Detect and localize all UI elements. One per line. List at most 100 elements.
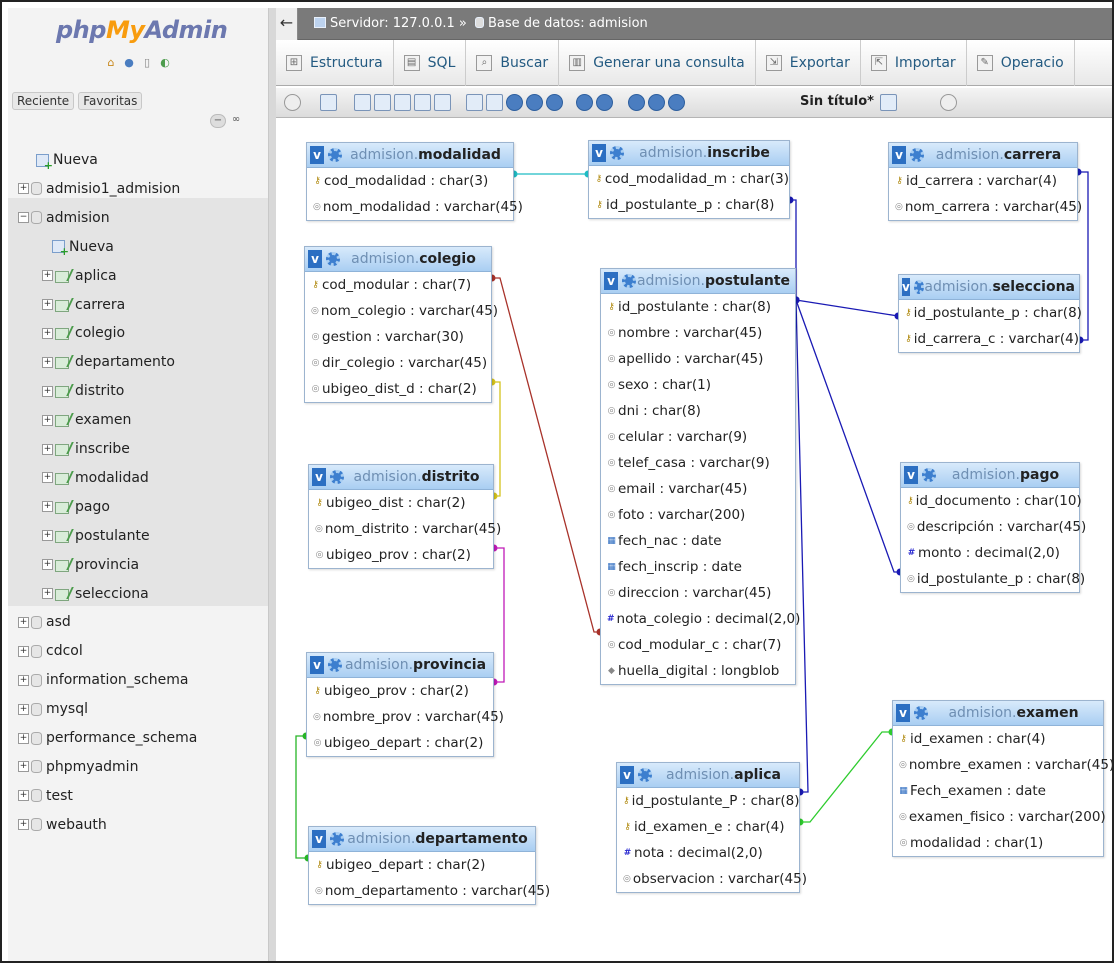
database-item-mysql[interactable]: + mysql <box>18 695 88 723</box>
table-box-selecciona[interactable]: v admision.selecciona ⚷ id_postulante_p : c… <box>898 274 1082 353</box>
gear-icon[interactable] <box>910 148 924 162</box>
table-item-pago[interactable]: + pago <box>42 493 110 521</box>
column-row[interactable]: ◎ gestion : varchar(30) <box>305 324 491 350</box>
table-box-departamento[interactable]: v admision.departamento ⚷ ubigeo_depart : c… <box>308 826 550 905</box>
gear-icon[interactable] <box>914 706 928 720</box>
sidebar-resizer[interactable] <box>268 8 276 961</box>
table-header[interactable]: v admision.departamento <box>309 827 535 852</box>
relation-icon[interactable] <box>486 94 503 111</box>
expand-icon[interactable]: + <box>42 472 53 484</box>
column-row[interactable]: ⚷ cod_modalidad : char(3) <box>307 168 513 194</box>
toggle-columns-icon[interactable]: v <box>308 250 322 268</box>
column-row[interactable]: # nota_colegio : decimal(2,0) <box>601 606 800 632</box>
save-as-icon[interactable] <box>414 94 431 111</box>
column-row[interactable]: ◎ nombre_prov : varchar(45) <box>307 704 504 730</box>
table-box-modalidad[interactable]: v admision.modalidad ⚷ cod_modalidad : char… <box>306 142 523 221</box>
build-query-icon[interactable] <box>668 94 685 111</box>
phpmyadmin-logo[interactable]: phpMyAdmin <box>56 16 228 44</box>
gear-icon[interactable] <box>922 468 936 482</box>
column-row[interactable]: ⚷ cod_modalidad_m : char(3) <box>589 166 789 192</box>
toggle-columns-icon[interactable]: v <box>592 144 606 162</box>
table-item-postulante[interactable]: + postulante <box>42 522 150 550</box>
database-item-webauth[interactable]: + webauth <box>18 811 107 839</box>
table-header[interactable]: v admision.modalidad <box>307 143 513 168</box>
column-row[interactable]: ◎ modalidad : char(1) <box>893 830 1103 856</box>
column-row[interactable]: ⚷ ubigeo_dist : char(2) <box>309 490 493 516</box>
new-table-item[interactable]: Nueva <box>52 233 114 261</box>
column-row[interactable]: ◎ email : varchar(45) <box>601 476 795 502</box>
table-header[interactable]: v admision.examen <box>893 701 1103 726</box>
column-row[interactable]: ◎ celular : varchar(9) <box>601 424 795 450</box>
column-row[interactable]: ◎ foto : varchar(200) <box>601 502 795 528</box>
column-row[interactable]: ◎ telef_casa : varchar(9) <box>601 450 795 476</box>
expand-icon[interactable]: + <box>42 559 53 571</box>
expand-icon[interactable]: + <box>18 616 29 628</box>
column-row[interactable]: ⚷ id_examen_e : char(4) <box>617 814 799 840</box>
gear-icon[interactable] <box>610 146 624 160</box>
gear-icon[interactable] <box>326 252 340 266</box>
column-row[interactable]: # monto : decimal(2,0) <box>901 540 1079 566</box>
expand-icon[interactable]: + <box>42 327 53 339</box>
column-row[interactable]: ◎ nombre_examen : varchar(45) <box>893 752 1112 778</box>
gear-icon[interactable] <box>330 832 344 846</box>
tab-importar[interactable]: ⇱ Importar <box>861 40 967 86</box>
small-big-icon[interactable] <box>576 94 593 111</box>
table-box-provincia[interactable]: v admision.provincia ⚷ ubigeo_prov : char(2… <box>306 652 504 757</box>
fit-screen-icon[interactable] <box>320 94 337 111</box>
database-item-test[interactable]: + test <box>18 782 73 810</box>
column-row[interactable]: ◎ ubigeo_depart : char(2) <box>307 730 493 756</box>
column-row[interactable]: ◎ descripción : varchar(45) <box>901 514 1086 540</box>
gear-icon[interactable] <box>328 658 342 672</box>
table-item-provincia[interactable]: + provincia <box>42 551 139 579</box>
expand-icon[interactable]: + <box>18 674 29 686</box>
database-item-admision[interactable]: − admision <box>18 204 110 232</box>
toggle-columns-icon[interactable]: v <box>310 656 324 674</box>
table-box-colegio[interactable]: v admision.colegio ⚷ cod_modular : char(7) ◎… <box>304 246 498 403</box>
gear-icon[interactable] <box>638 768 652 782</box>
expand-icon[interactable]: + <box>42 356 53 368</box>
column-row[interactable]: ◆ huella_digital : longblob <box>601 658 795 684</box>
column-row[interactable]: ◎ nom_carrera : varchar(45) <box>889 194 1082 220</box>
tab-exportar[interactable]: ⇲ Exportar <box>756 40 861 86</box>
column-row[interactable]: ◎ nombre : varchar(45) <box>601 320 795 346</box>
expand-icon[interactable]: + <box>18 761 29 773</box>
gear-icon[interactable] <box>328 148 342 162</box>
column-row[interactable]: ⚷ cod_modular : char(7) <box>305 272 491 298</box>
database-item-phpmyadmin[interactable]: + phpmyadmin <box>18 753 138 781</box>
expand-icon[interactable]: + <box>42 270 53 282</box>
table-header[interactable]: v admision.aplica <box>617 763 799 788</box>
expand-icon[interactable]: + <box>42 588 53 599</box>
database-item-performance_schema[interactable]: + performance_schema <box>18 724 197 752</box>
column-row[interactable]: ◎ apellido : varchar(45) <box>601 346 795 372</box>
column-row[interactable]: ⚷ id_postulante_P : char(8) <box>617 788 800 814</box>
table-item-colegio[interactable]: + colegio <box>42 319 125 347</box>
table-item-carrera[interactable]: + carrera <box>42 291 125 319</box>
save-icon[interactable] <box>394 94 411 111</box>
column-row[interactable]: ⚷ id_documento : char(10) <box>901 488 1082 514</box>
column-row[interactable]: ◎ dir_colegio : varchar(45) <box>305 350 491 376</box>
column-row[interactable]: ⚷ ubigeo_prov : char(2) <box>307 678 493 704</box>
column-row[interactable]: ⚷ id_postulante_p : char(8) <box>589 192 789 218</box>
help-icon[interactable] <box>546 94 563 111</box>
gear-icon[interactable] <box>913 280 925 294</box>
table-item-examen[interactable]: + examen <box>42 406 131 434</box>
table-box-aplica[interactable]: v admision.aplica ⚷ id_postulante_P : char(… <box>616 762 807 893</box>
column-row[interactable]: ◎ dni : char(8) <box>601 398 795 424</box>
expand-icon[interactable]: + <box>18 703 29 715</box>
collapse-icon[interactable]: − <box>18 212 29 224</box>
link-icon[interactable]: ∞ <box>228 114 244 128</box>
table-header[interactable]: v admision.colegio <box>305 247 491 272</box>
table-header[interactable]: v admision.carrera <box>889 143 1077 168</box>
column-row[interactable]: ⚷ id_carrera : varchar(4) <box>889 168 1077 194</box>
expand-icon[interactable]: + <box>42 299 53 310</box>
toggle-columns-icon[interactable]: v <box>310 146 324 164</box>
toggle-columns-icon[interactable]: v <box>312 830 326 848</box>
column-row[interactable]: ◎ nom_distrito : varchar(45) <box>309 516 501 542</box>
move-menu-icon[interactable] <box>880 94 897 111</box>
table-box-distrito[interactable]: v admision.distrito ⚷ ubigeo_dist : char(2)… <box>308 464 501 569</box>
export-schema-icon[interactable] <box>648 94 665 111</box>
table-box-postulante[interactable]: v admision.postulante ⚷ id_postulante : cha… <box>600 268 800 685</box>
column-row[interactable]: ◎ nom_modalidad : varchar(45) <box>307 194 523 220</box>
column-row[interactable]: ⚷ id_postulante_p : char(8) <box>899 300 1082 326</box>
toggle-columns-icon[interactable]: v <box>902 278 910 296</box>
